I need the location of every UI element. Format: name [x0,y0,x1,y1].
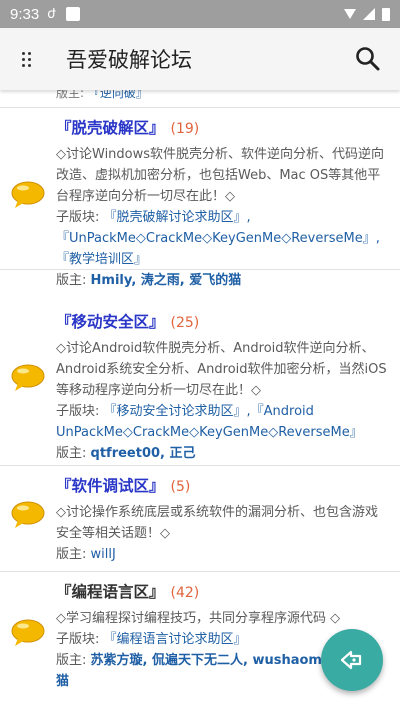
subforum-link[interactable]: 『教学培训区』 [56,252,147,267]
search-icon[interactable] [354,45,382,73]
subforum-link[interactable]: 『UnPackMe◇CrackMe◇KeyGenMe◇ReverseMe』, [56,231,380,246]
app-toolbar: 吾爱破解论坛 [0,28,400,90]
back-arrow-icon [340,650,362,670]
subforum-link[interactable]: 『移动安全讨论求助区』,『Android [104,404,314,419]
forum-item[interactable]: 『脱壳破解区』 (19) ◇讨论Windows软件脱壳分析、软件逆向分析、代码逆向… [0,108,400,288]
forum-description: ◇讨论操作系统底层或系统软件的漏洞分析、也包含游戏安全等相关话题！◇ [56,505,378,541]
forum-list: 版主: 『逆向破』 『脱壳破解区』 (19) ◇讨论Windows软件脱壳分析、软… [0,90,400,711]
forum-title[interactable]: 『脱壳破解区』 (19) [56,116,390,141]
moderator-link[interactable]: willJ [91,547,116,562]
forum-bubble-icon [11,619,45,646]
forum-description: ◇讨论Windows软件脱壳分析、软件逆向分析、代码逆向改造、虚拟机加密分析，也… [56,147,385,204]
forum-bubble-icon [11,501,45,528]
forum-post-count: (25) [170,315,200,331]
moderators-line: 版主: willJ [56,547,116,562]
previous-forum-item[interactable]: 版主: 『逆向破』 [0,90,400,108]
signal-icon [363,8,375,20]
moderator-link[interactable]: qtfreet00, 正己 [91,446,196,461]
subforum-line: 子版块: 『移动安全讨论求助区』,『Android [56,404,314,419]
moderator-link[interactable]: 苏紫方璇, 侃遍天下无二人, wushaomink [91,653,345,668]
moderators-line: 版主: qtfreet00, 正己 [56,446,196,461]
wifi-icon [344,9,356,19]
back-fab-button[interactable] [321,629,383,691]
forum-item[interactable]: 『软件调试区』 (5) ◇讨论操作系统底层或系统软件的漏洞分析、也包含游戏安全等相… [0,466,400,572]
battery-icon [382,7,390,21]
subforum-link[interactable]: 『编程语言讨论求助区』 [104,632,247,647]
subforum-link[interactable]: 『脱壳破解讨论求助区』, [104,210,251,225]
forum-post-count: (5) [170,479,191,495]
status-bar: 9:33 ժ [0,0,400,28]
subforum-line: 子版块: 『脱壳破解讨论求助区』, [56,210,251,225]
subforum-link[interactable]: UnPackMe◇CrackMe◇KeyGenMe◇ReverseMe』 [56,425,363,440]
app-notification-icon [65,7,80,21]
forum-post-count: (19) [170,121,200,137]
status-time: 9:33 [10,5,40,23]
forum-bubble-icon [11,364,45,391]
forum-description: ◇学习编程探讨编程技巧，共同分享程序源代码 ◇ [56,611,341,626]
forum-description: ◇讨论Android软件脱壳分析、Android软件逆向分析、Android系统… [56,341,387,398]
forum-title[interactable]: 『移动安全区』 (25) [56,310,390,335]
forum-item[interactable]: 『移动安全区』 (25) ◇讨论Android软件脱壳分析、Android软件逆向… [0,270,400,466]
forum-post-count: (42) [170,585,200,601]
moderator-link[interactable]: 猫 [56,674,69,689]
app-title: 吾爱破解论坛 [66,48,192,72]
forum-bubble-icon [11,181,45,208]
notification-icon: ժ [47,6,56,22]
forum-title[interactable]: 『编程语言区』 (42) [56,580,390,605]
forum-title[interactable]: 『软件调试区』 (5) [56,474,390,499]
menu-dots-icon[interactable] [0,28,52,90]
